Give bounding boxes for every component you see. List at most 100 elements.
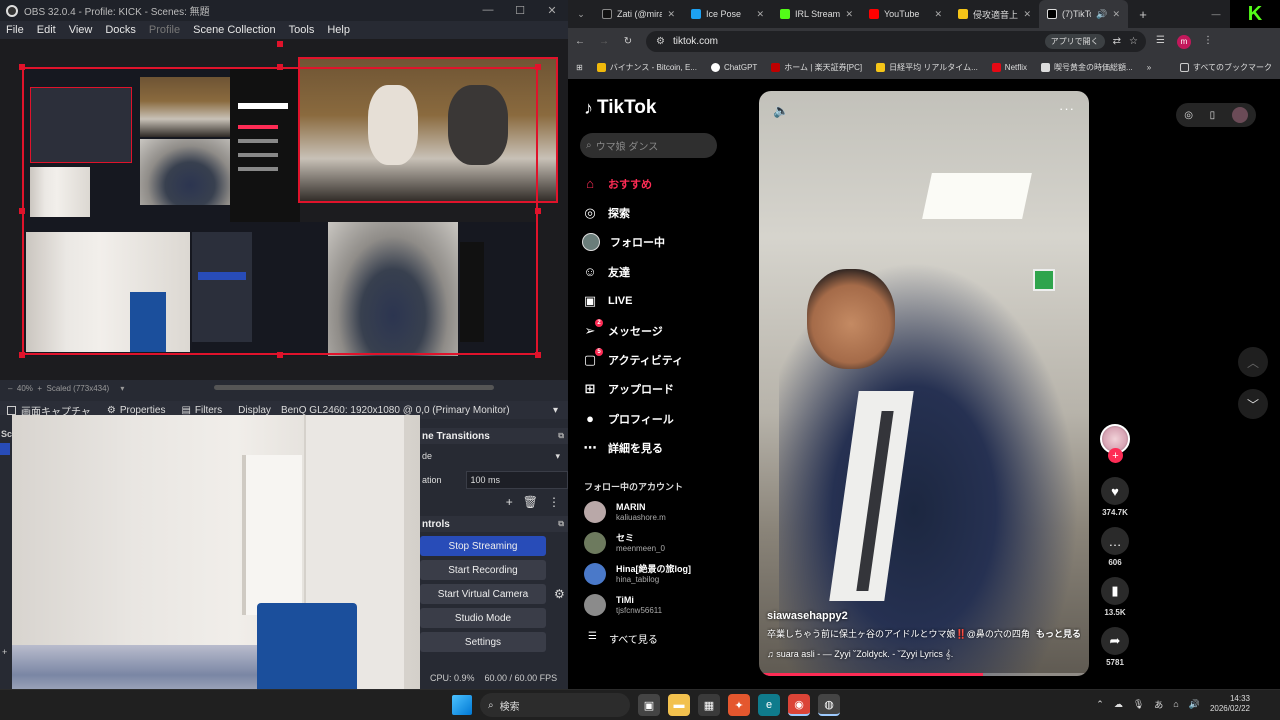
resize-handle[interactable] (535, 352, 541, 358)
video-music[interactable]: ♫ suara asli - — Zyyi ˘Zoldyck. - ˘Zyyi … (767, 649, 953, 660)
tray-overflow-icon[interactable]: ⌃ (1096, 699, 1104, 710)
reload-icon[interactable]: ↻ (616, 36, 640, 47)
close-button[interactable]: ✕ (536, 4, 568, 17)
chevron-down-icon[interactable]: ▾ (553, 405, 558, 416)
tiktok-logo[interactable]: ♪ TikTok (584, 97, 656, 119)
nav-live[interactable]: ▣ LIVE (582, 287, 683, 316)
network-icon[interactable]: ⌂ (1173, 699, 1178, 709)
obs-preview-canvas[interactable] (0, 39, 568, 380)
volume-icon[interactable]: 🔈 (773, 103, 789, 119)
minimize-button[interactable]: — (1202, 9, 1230, 19)
store-icon[interactable]: ▦ (698, 694, 720, 716)
video-progress-bar[interactable] (759, 673, 1089, 676)
monitor-select[interactable]: BenQ GL2460: 1920x1080 @ 0,0 (Primary Mo… (281, 405, 510, 416)
zoom-minus-button[interactable]: – (8, 384, 12, 393)
see-all-link[interactable]: ☰ すべて見る (588, 631, 658, 646)
stop-streaming-button[interactable]: Stop Streaming (420, 536, 546, 556)
tab-japanese-site[interactable]: 侵攻適音上 ✕ (950, 0, 1039, 28)
close-tab-icon[interactable]: ✕ (934, 9, 942, 20)
site-info-icon[interactable]: ⚙ (656, 36, 665, 47)
transition-duration-input[interactable]: 100 ms (465, 471, 568, 489)
back-arrow-icon[interactable]: ← (568, 36, 592, 47)
more-bookmarks-icon[interactable]: » (1147, 63, 1151, 72)
more-options-icon[interactable]: ··· (1059, 101, 1075, 116)
comment-action[interactable]: … 606 (1098, 527, 1132, 567)
tab-youtube[interactable]: YouTube ✕ (861, 0, 950, 28)
all-bookmarks-folder[interactable]: すべてのブックマーク (1179, 62, 1272, 73)
close-tab-icon[interactable]: ✕ (845, 9, 853, 20)
system-clock[interactable]: 14:33 2026/02/22 (1210, 694, 1250, 714)
resize-handle[interactable] (277, 352, 283, 358)
copilot-icon[interactable]: ✦ (728, 694, 750, 716)
transition-type-dropdown-icon[interactable]: ▾ (555, 451, 560, 462)
video-author[interactable]: siawasehappy2 (767, 610, 848, 622)
menu-scene-collection[interactable]: Scene Collection (193, 24, 276, 36)
resize-handle[interactable] (535, 64, 541, 70)
resize-handle[interactable] (19, 352, 25, 358)
nav-for-you[interactable]: ⌂ おすすめ (582, 169, 683, 198)
following-account[interactable]: TiMi tjsfcnw56611 (584, 594, 662, 616)
close-tab-icon[interactable]: ✕ (667, 9, 675, 20)
nav-friends[interactable]: ☺ 友達 (582, 257, 683, 286)
menu-help[interactable]: Help (327, 24, 350, 36)
windows-start-icon[interactable] (452, 695, 472, 715)
device-icon[interactable]: ▯ (1210, 110, 1216, 121)
trash-icon[interactable]: 🗑 (523, 495, 538, 509)
properties-button[interactable]: ⚙ Properties (107, 405, 166, 416)
start-virtual-camera-button[interactable]: Start Virtual Camera (420, 584, 546, 604)
task-view-icon[interactable]: ▣ (638, 694, 660, 716)
like-action[interactable]: ♥ 374.7K (1098, 477, 1132, 517)
bookmark-netflix[interactable]: Netflix (991, 62, 1027, 72)
maximize-button[interactable]: ☐ (504, 4, 536, 17)
video-player[interactable]: 🔈 ··· siawasehappy2 卒業しちゃう前に保土ヶ谷のアイドルとウマ… (759, 91, 1089, 676)
bookmark-crypto[interactable]: 喫号黄金の時価総額... (1041, 62, 1133, 73)
resize-handle[interactable] (19, 64, 25, 70)
tab-search-icon[interactable]: ⌄ (568, 9, 594, 20)
nav-messages[interactable]: ➢ 2 メッセージ (582, 316, 683, 345)
bookmark-nikkei[interactable]: 日経平均 リアルタイム... (876, 62, 978, 73)
forward-arrow-icon[interactable]: → (592, 36, 616, 47)
menu-docks[interactable]: Docks (105, 24, 136, 36)
user-avatar[interactable] (1231, 107, 1248, 123)
bookmark-action[interactable]: ▮ 13.5K (1098, 577, 1132, 617)
bookmark-star-icon[interactable]: ☆ (1129, 36, 1138, 47)
zoom-plus-button[interactable]: + (37, 384, 42, 393)
tab-zati[interactable]: Zati (@mira ✕ (594, 0, 683, 28)
preview-horizontal-scrollbar[interactable] (214, 385, 494, 390)
menu-view[interactable]: View (69, 24, 93, 36)
file-explorer-icon[interactable]: ▬ (668, 694, 690, 716)
bookmark-binance[interactable]: バイナンス - Bitcoin, E... (596, 62, 697, 73)
see-more-link[interactable]: もっと見る (1036, 627, 1081, 640)
volume-icon[interactable]: 🔊 (1189, 699, 1200, 710)
menu-edit[interactable]: Edit (37, 24, 56, 36)
follow-plus-icon[interactable]: + (1108, 448, 1123, 463)
profile-avatar[interactable]: m (1176, 34, 1191, 49)
tab-tiktok[interactable]: (7)TikTo 🔊 ✕ (1039, 0, 1128, 28)
scene-list-selected[interactable] (0, 443, 10, 455)
onedrive-icon[interactable]: ☁ (1114, 699, 1123, 710)
tab-ice-pose[interactable]: Ice Pose ✕ (683, 0, 772, 28)
ime-indicator[interactable]: あ (1154, 698, 1163, 711)
studio-mode-button[interactable]: Studio Mode (420, 608, 546, 628)
rotation-handle[interactable] (277, 41, 283, 47)
dock-popout-icon[interactable]: ⧉ (558, 431, 564, 441)
menu-profile[interactable]: Profile (149, 24, 180, 36)
previous-video-icon[interactable]: ︿ (1238, 347, 1268, 377)
reading-list-icon[interactable]: ☰ (1156, 35, 1165, 49)
resize-handle[interactable] (277, 64, 283, 70)
nav-activity[interactable]: ▢ 5 アクティビティ (582, 345, 683, 374)
settings-button[interactable]: Settings (420, 632, 546, 652)
resize-handle[interactable] (535, 208, 541, 214)
taskbar-search[interactable]: ⌕ 検索 (480, 693, 630, 717)
following-account[interactable]: MARIN kaliuashore.m (584, 501, 666, 523)
apps-grid-icon[interactable]: ⊞ (576, 63, 583, 72)
following-account[interactable]: セミ meenmeen_0 (584, 532, 665, 554)
obs-icon[interactable]: ◍ (818, 694, 840, 716)
start-recording-button[interactable]: Start Recording (420, 560, 546, 580)
edge-icon[interactable]: e (758, 694, 780, 716)
close-tab-icon[interactable]: ✕ (1023, 9, 1031, 20)
nav-more[interactable]: ⋯ 詳細を見る (582, 434, 683, 463)
bookmark-rakuten[interactable]: ホーム | 楽天証券[PC] (771, 62, 862, 73)
chrome-menu-icon[interactable]: ⋮ (1203, 35, 1213, 49)
filters-button[interactable]: ▤ Filters (181, 405, 222, 416)
